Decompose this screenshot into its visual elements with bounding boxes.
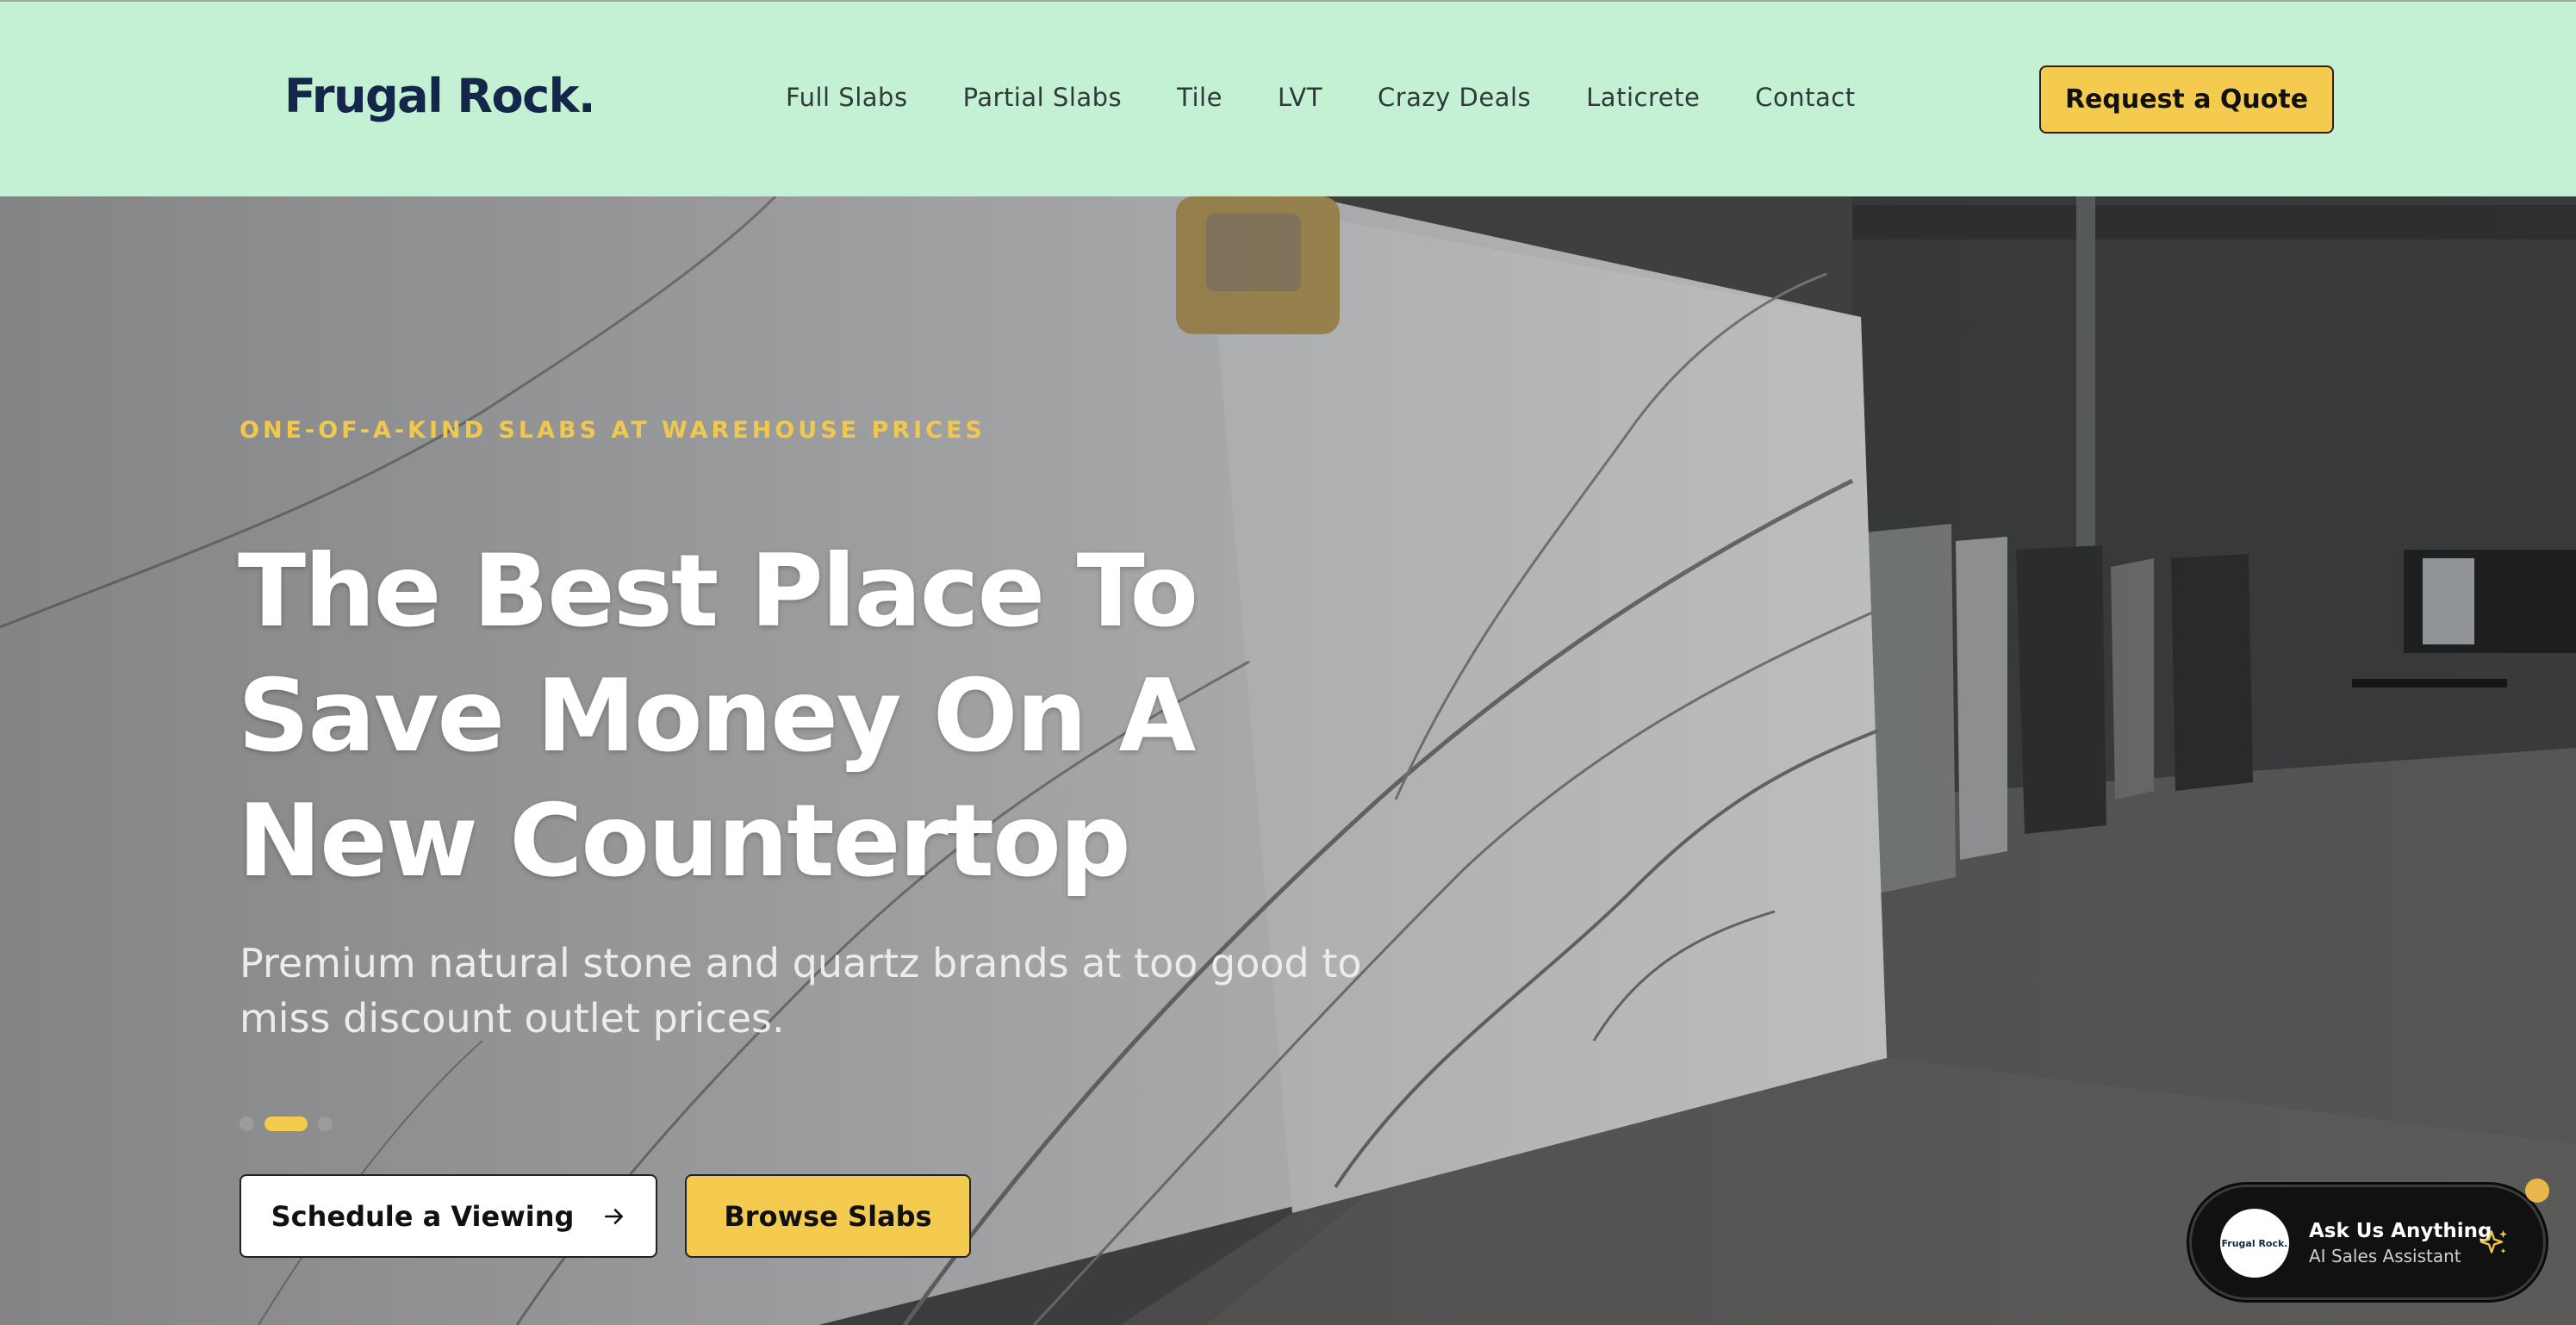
carousel-dot-1[interactable] [240, 1117, 254, 1131]
carousel-dot-3[interactable] [318, 1117, 333, 1131]
arrow-right-icon [605, 1208, 624, 1224]
nav-item-laticrete[interactable]: Laticrete [1586, 83, 1700, 112]
hero-section: ONE-OF-A-KIND SLABS AT WAREHOUSE PRICES … [0, 196, 2576, 1325]
chat-subtitle: AI Sales Assistant [2309, 1246, 2461, 1266]
schedule-viewing-button[interactable]: Schedule a Viewing [240, 1174, 657, 1258]
hero-eyebrow: ONE-OF-A-KIND SLABS AT WAREHOUSE PRICES [240, 417, 986, 444]
carousel-dot-2[interactable] [264, 1117, 308, 1131]
nav-item-crazy-deals[interactable]: Crazy Deals [1378, 83, 1531, 112]
ai-chat-widget[interactable]: Frugal Rock. Ask Us Anything AI Sales As… [2189, 1185, 2546, 1300]
carousel-indicators [240, 1117, 333, 1131]
browse-slabs-button[interactable]: Browse Slabs [685, 1174, 971, 1258]
hero-subhead: Premium natural stone and quartz brands … [240, 940, 1362, 1042]
sparkle-icon [2480, 1230, 2507, 1253]
nav-item-partial-slabs[interactable]: Partial Slabs [963, 83, 1123, 112]
chat-title: Ask Us Anything [2309, 1220, 2492, 1242]
request-quote-button[interactable]: Request a Quote [2039, 65, 2334, 134]
chat-notification-dot [2525, 1179, 2549, 1203]
site-header: Frugal Rock. Full Slabs Partial Slabs Ti… [0, 0, 2576, 196]
main-nav: Full Slabs Partial Slabs Tile LVT Crazy … [786, 83, 1856, 112]
nav-item-tile[interactable]: Tile [1177, 83, 1223, 112]
hero-headline: The Best Place To Save Money On A New Co… [238, 533, 1198, 899]
site-logo[interactable]: Frugal Rock. [284, 69, 596, 123]
nav-item-contact[interactable]: Contact [1755, 83, 1855, 112]
nav-item-full-slabs[interactable]: Full Slabs [786, 83, 908, 112]
schedule-viewing-label: Schedule a Viewing [271, 1199, 575, 1233]
chat-avatar: Frugal Rock. [2220, 1209, 2289, 1278]
nav-item-lvt[interactable]: LVT [1278, 83, 1322, 112]
